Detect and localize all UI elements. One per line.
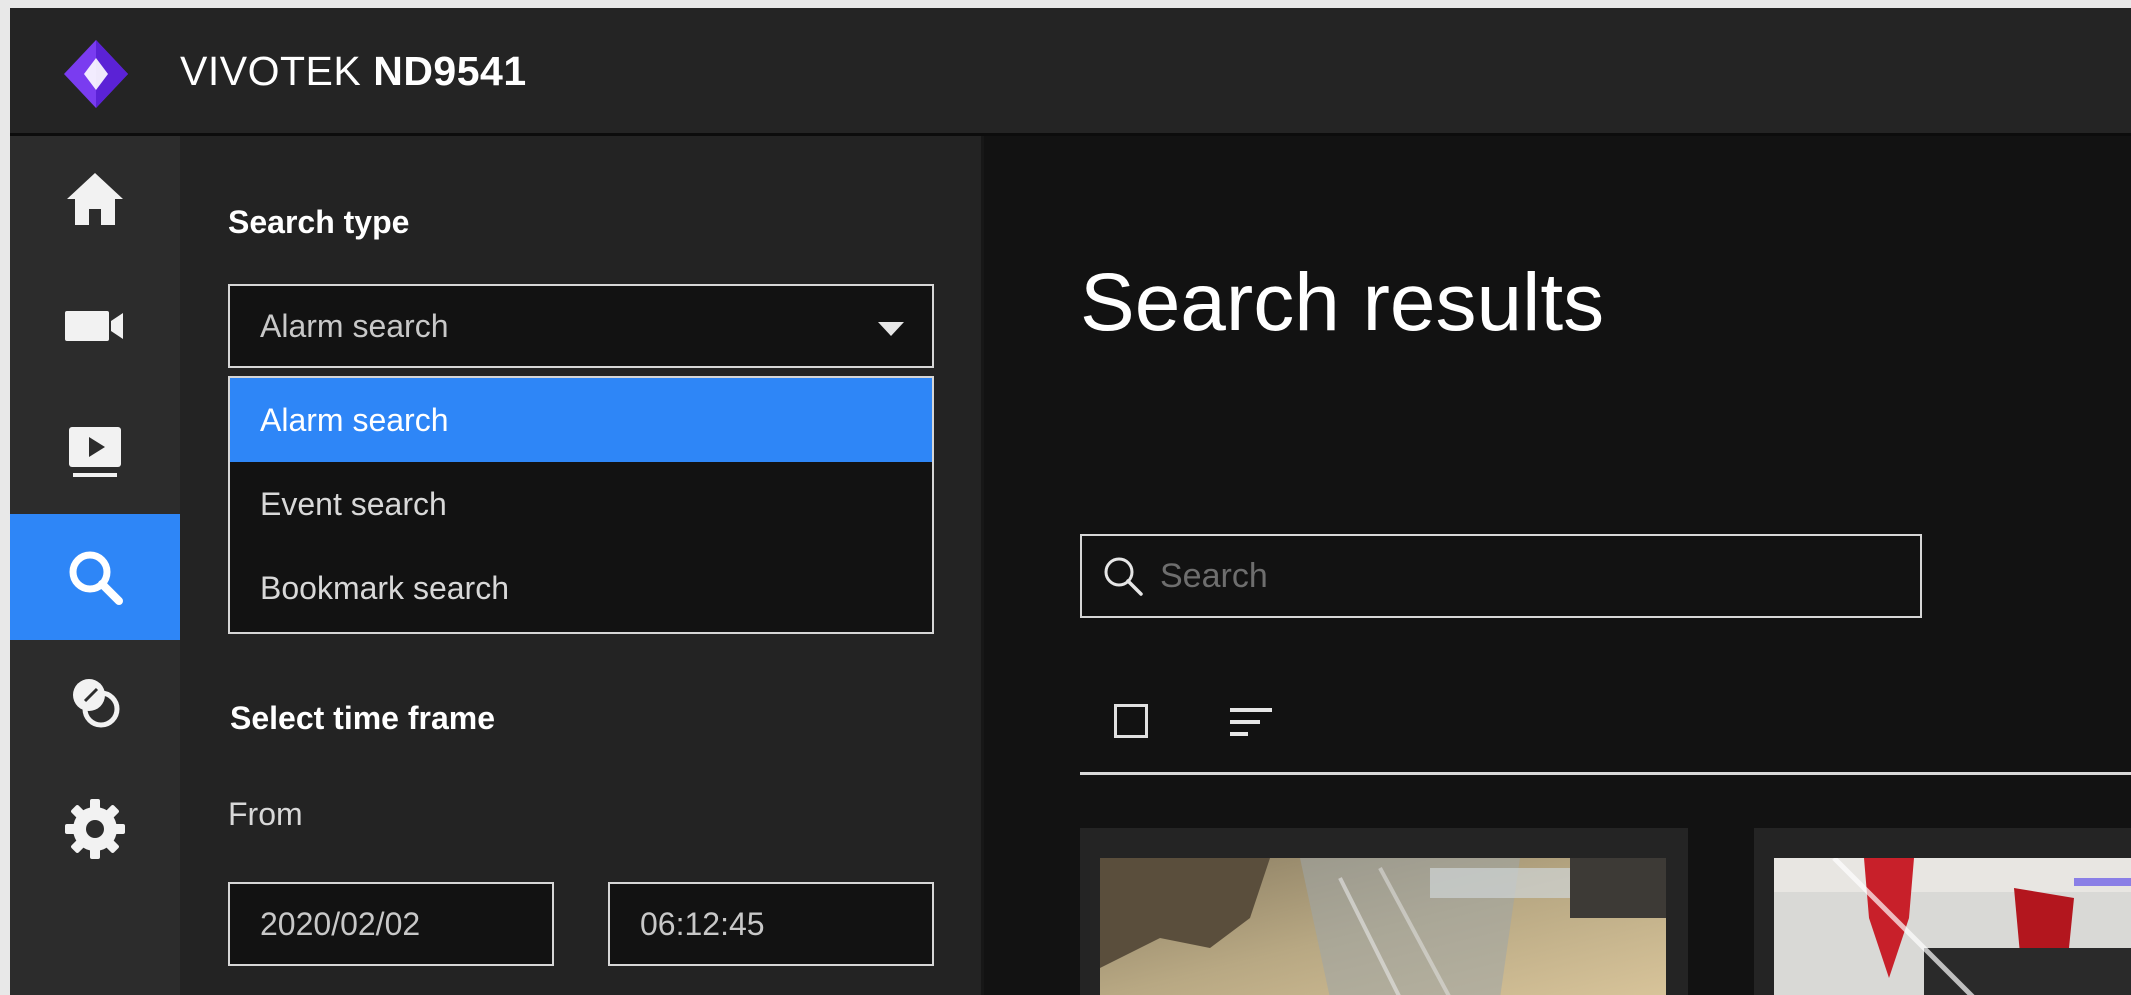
result-thumbnail[interactable] bbox=[1774, 858, 2131, 995]
result-card[interactable] bbox=[1080, 828, 1688, 995]
toolbar-divider bbox=[1080, 772, 2131, 775]
sort-icon[interactable] bbox=[1228, 700, 1274, 744]
app-title: VIVOTEK ND9541 bbox=[180, 48, 527, 95]
option-event-search[interactable]: Event search bbox=[230, 462, 932, 546]
search-type-value: Alarm search bbox=[260, 307, 449, 344]
search-type-options-list: Alarm search Event search Bookmark searc… bbox=[228, 376, 934, 634]
search-results-area: Search results bbox=[984, 136, 2131, 995]
search-type-dropdown[interactable]: Alarm search bbox=[228, 284, 934, 368]
sidebar-item-search[interactable] bbox=[10, 514, 180, 640]
sidebar-item-settings[interactable] bbox=[10, 766, 180, 892]
select-all-checkbox[interactable] bbox=[1114, 704, 1148, 738]
playback-icon bbox=[69, 427, 121, 477]
search-icon bbox=[1104, 557, 1143, 596]
option-bookmark-search[interactable]: Bookmark search bbox=[230, 546, 932, 630]
brand-name: VIVOTEK bbox=[180, 48, 362, 94]
app-window: VIVOTEK ND9541 Search type Alarm search … bbox=[10, 8, 2131, 995]
search-icon bbox=[69, 551, 123, 605]
from-label: From bbox=[228, 796, 303, 832]
thumbnail-image bbox=[1774, 858, 2131, 995]
gear-icon bbox=[65, 799, 125, 859]
sidebar-item-vca[interactable] bbox=[10, 640, 180, 766]
page-title: Search results bbox=[1080, 257, 1605, 348]
search-box[interactable] bbox=[1080, 534, 1922, 618]
search-type-title: Search type bbox=[228, 204, 410, 240]
from-date-value: 2020/02/02 bbox=[260, 905, 421, 942]
sidebar-item-live-view[interactable] bbox=[10, 262, 180, 388]
thumbnail-image bbox=[1100, 858, 1666, 995]
from-time-value: 06:12:45 bbox=[640, 905, 765, 942]
from-date-field[interactable]: 2020/02/02 bbox=[228, 882, 554, 966]
search-filter-panel: Search type Alarm search Alarm search Ev… bbox=[180, 136, 984, 995]
search-input[interactable] bbox=[1158, 555, 1882, 597]
vivotek-logo-icon bbox=[64, 40, 128, 108]
home-icon bbox=[67, 173, 123, 225]
result-thumbnail[interactable] bbox=[1100, 858, 1666, 995]
sidebar-item-home[interactable] bbox=[10, 136, 180, 262]
overlap-circles-icon bbox=[73, 679, 120, 728]
top-bar: VIVOTEK ND9541 bbox=[10, 8, 2131, 136]
sidebar-item-playback[interactable] bbox=[10, 388, 180, 514]
device-model: ND9541 bbox=[373, 48, 527, 94]
result-card[interactable] bbox=[1754, 828, 2131, 995]
camera-icon bbox=[65, 311, 123, 341]
option-alarm-search[interactable]: Alarm search bbox=[230, 378, 932, 462]
time-frame-title: Select time frame bbox=[230, 700, 496, 736]
from-time-field[interactable]: 06:12:45 bbox=[608, 882, 934, 966]
sidebar-nav bbox=[10, 136, 180, 995]
chevron-down-icon bbox=[878, 322, 904, 336]
